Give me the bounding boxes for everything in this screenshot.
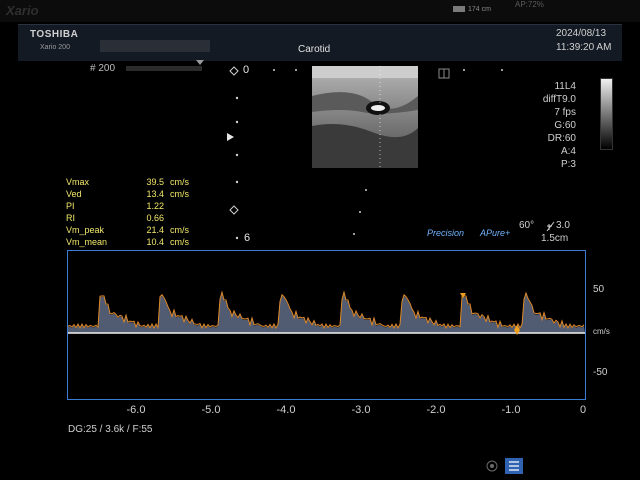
gate-value: 3.0 — [556, 220, 570, 231]
doppler-angle: 60° — [519, 220, 535, 231]
measurement-row: RI 0.66 — [66, 213, 164, 223]
exam-time: 11:39:20 AM — [556, 42, 612, 53]
precision-label: Precision — [427, 228, 465, 238]
frame-number: # 200 — [90, 63, 116, 74]
param-mode: diffT9.0 — [542, 94, 576, 105]
focus-marker-icon — [227, 133, 234, 141]
record-icon[interactable] — [486, 460, 498, 472]
doppler-spectrum — [67, 290, 585, 335]
depth-diamond-mid-icon — [229, 205, 239, 215]
doppler-gain-line: DG:25 / 3.6k / F:55 — [68, 424, 153, 435]
velocity-scale: 50 cm/s -50 — [585, 250, 635, 400]
param-p: P:3 — [560, 159, 576, 170]
measurement-row: Vm_peak 21.4 cm/s — [66, 225, 189, 235]
spectrum-envelope — [67, 290, 585, 330]
time-tick: -6.0 — [126, 404, 146, 416]
param-fps: 7 fps — [554, 107, 576, 118]
velocity-bottom-label: -50 — [593, 367, 608, 378]
orientation-marker-icon — [438, 68, 450, 79]
param-a: A:4 — [560, 146, 576, 157]
velocity-top-label: 50 — [593, 284, 605, 295]
patient-info-redacted — [100, 40, 210, 52]
time-tick: -3.0 — [351, 404, 371, 416]
probe-icon — [453, 6, 465, 12]
time-tick: 0 — [579, 404, 587, 416]
cine-marker-icon — [196, 60, 204, 65]
model-name: Xario 200 — [40, 44, 70, 51]
depth-diamond-top-icon — [229, 66, 239, 76]
measurement-row: PI 1.22 — [66, 201, 164, 211]
steering-angle-icon — [546, 221, 555, 232]
cine-bar[interactable] — [126, 66, 202, 71]
imaging-parameters: 11L4 diffT9.0 7 fps G:60 DR:60 A:4 P:3 — [520, 80, 576, 171]
param-gain: G:60 — [554, 120, 576, 131]
velocity-unit-label: cm/s — [593, 327, 610, 336]
top-bar — [0, 0, 640, 22]
time-tick: -1.0 — [501, 404, 521, 416]
probe-depth-text: 174 cm — [468, 6, 491, 13]
time-tick: -2.0 — [426, 404, 446, 416]
brand-logo: Xario — [6, 3, 39, 18]
exam-date: 2024/08/13 — [556, 28, 607, 39]
time-axis: -6.0 -5.0 -4.0 -3.0 -2.0 -1.0 0 — [67, 398, 587, 422]
bottom-icons — [484, 457, 524, 478]
acoustic-power: AP:72% — [515, 0, 544, 9]
bmode-image — [312, 66, 418, 168]
probe-indicator: 174 cm — [452, 2, 500, 18]
measurement-row: Vm_mean 10.4 cm/s — [66, 237, 189, 247]
freeze-icon[interactable] — [505, 458, 523, 474]
measurement-row: Vmax 39.5 cm/s — [66, 177, 189, 187]
manufacturer-logo: TOSHIBA — [30, 29, 79, 40]
doppler-measurements: Vmax 39.5 cm/s Ved 13.4 cm/s PI 1.22 RI 0.66 V… — [66, 176, 189, 248]
time-tick: -5.0 — [201, 404, 221, 416]
greyscale-bar — [600, 78, 613, 150]
time-tick: -4.0 — [276, 404, 296, 416]
apure-label: APure+ — [480, 228, 511, 238]
measurement-row: Ved 13.4 cm/s — [66, 189, 189, 199]
exam-name: Carotid — [298, 44, 331, 55]
spectral-doppler-panel — [67, 250, 586, 400]
param-probe: 11L4 — [554, 81, 576, 92]
gate-size: 1.5cm — [541, 233, 569, 244]
param-dr: DR:60 — [547, 133, 576, 144]
